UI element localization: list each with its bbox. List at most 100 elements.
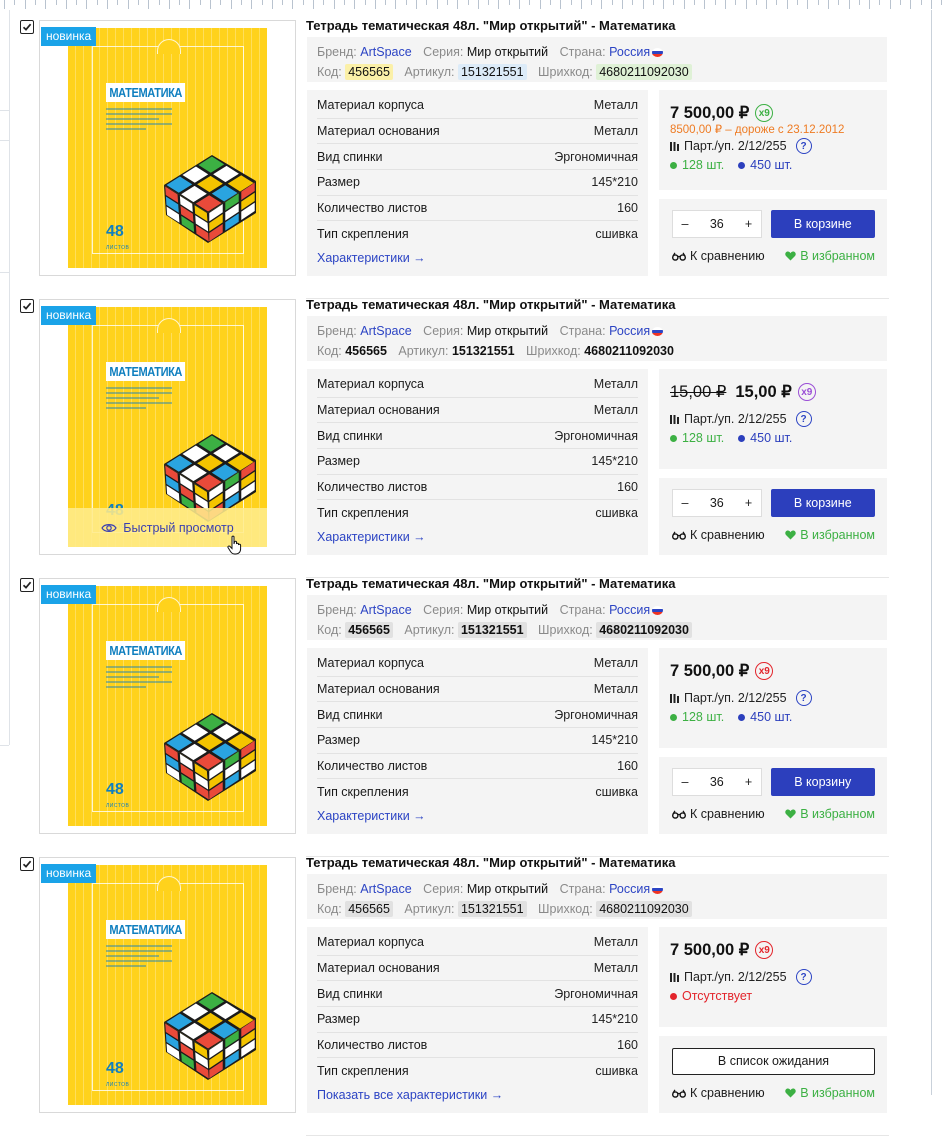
price: 7 500,00 ₽	[670, 941, 750, 959]
compare-button[interactable]: К сравнению	[672, 807, 765, 821]
select-checkbox[interactable]	[20, 857, 34, 871]
spec-row: Тип скрепления сшивка	[317, 500, 638, 526]
increase-button[interactable]: +	[737, 217, 761, 231]
rubiks-cube-image	[164, 992, 256, 1080]
product-image[interactable]: МАТЕМАТИКА 48ЛИСТОВ новинка Быстрый прос…	[39, 299, 296, 555]
quantity-value[interactable]: 36	[697, 496, 737, 510]
spec-value: Эргономичная	[554, 707, 638, 722]
product-card: МАТЕМАТИКА 48ЛИСТОВ новинка Быстрый прос…	[0, 297, 889, 578]
pack-info: Парт./уп. 2/12/255?	[670, 136, 875, 156]
brand-link[interactable]: ArtSpace	[360, 324, 411, 338]
brand-link[interactable]: ArtSpace	[360, 882, 411, 896]
cover-number: 48ЛИСТОВ	[106, 781, 130, 810]
product-title[interactable]: Тетрадь тематическая 48л. "Мир открытий"…	[306, 855, 675, 870]
compare-glasses-icon	[672, 251, 686, 261]
characteristics-link[interactable]: Показать все характеристики →	[317, 1084, 638, 1106]
brand-link[interactable]: ArtSpace	[360, 45, 411, 59]
help-icon[interactable]: ?	[795, 690, 812, 706]
compare-button[interactable]: К сравнению	[672, 249, 765, 263]
quantity-stepper[interactable]: – 36 +	[672, 489, 762, 517]
spec-row: Размер 145*210	[317, 449, 638, 475]
favorite-button[interactable]: В избранном	[785, 528, 875, 542]
spec-value: 145*210	[591, 1012, 638, 1027]
add-to-cart-button[interactable]: В корзине	[770, 489, 875, 517]
spec-label: Размер	[317, 1012, 360, 1027]
favorite-button[interactable]: В избранном	[785, 249, 875, 263]
increase-button[interactable]: +	[737, 496, 761, 510]
specs-table: Материал корпуса Металл Материал основания…	[307, 927, 648, 1113]
quantity-value[interactable]: 36	[697, 775, 737, 789]
price-panel: 15,00 ₽ 15,00 ₽ x9 Парт./уп. 2/12/255? 1…	[659, 369, 887, 469]
spec-value: Металл	[593, 656, 638, 671]
help-icon[interactable]: ?	[795, 969, 812, 985]
spec-row: Вид спинки Эргономичная	[317, 981, 638, 1008]
select-checkbox[interactable]	[20, 20, 34, 34]
stock-info: 128 шт. 450 шт.	[670, 156, 875, 174]
favorite-button[interactable]: В избранном	[785, 1086, 875, 1100]
select-checkbox[interactable]	[20, 578, 34, 592]
decrease-button[interactable]: –	[673, 217, 697, 231]
product-image[interactable]: МАТЕМАТИКА 48ЛИСТОВ новинка Быстрый прос…	[39, 857, 296, 1113]
help-icon[interactable]: ?	[795, 138, 812, 154]
decrease-button[interactable]: –	[673, 775, 697, 789]
spec-row: Материал корпуса Металл	[317, 93, 638, 119]
quantity-stepper[interactable]: – 36 +	[672, 210, 762, 238]
product-image[interactable]: МАТЕМАТИКА 48ЛИСТОВ новинка Быстрый прос…	[39, 578, 296, 834]
characteristics-link[interactable]: Характеристики →	[317, 247, 638, 269]
spec-row: Количество листов 160	[317, 196, 638, 222]
cover-title: МАТЕМАТИКА	[106, 83, 186, 102]
top-ruler	[0, 0, 949, 10]
spec-value: 145*210	[591, 733, 638, 748]
specs-table: Материал корпуса Металл Материал основания…	[307, 648, 648, 834]
country-link[interactable]: Россия	[609, 603, 650, 617]
product-title[interactable]: Тетрадь тематическая 48л. "Мир открытий"…	[306, 576, 675, 591]
favorite-button[interactable]: В избранном	[785, 807, 875, 821]
country-link[interactable]: Россия	[609, 45, 650, 59]
buy-panel: – 36 + В корзину К сравнению В избранном	[659, 757, 887, 834]
quantity-stepper[interactable]: – 36 +	[672, 768, 762, 796]
compare-button[interactable]: К сравнению	[672, 528, 765, 542]
country-link[interactable]: Россия	[609, 324, 650, 338]
country-link[interactable]: Россия	[609, 882, 650, 896]
product-title[interactable]: Тетрадь тематическая 48л. "Мир открытий"…	[306, 18, 675, 33]
stock-store: 128 шт.	[670, 158, 724, 172]
spec-value: сшивка	[595, 785, 638, 800]
article-value: 151321551	[457, 901, 527, 917]
spec-label: Материал основания	[317, 124, 440, 139]
rubiks-cube-image	[164, 713, 256, 801]
increase-button[interactable]: +	[737, 775, 761, 789]
cover-number: 48ЛИСТОВ	[106, 223, 130, 252]
select-checkbox[interactable]	[20, 299, 34, 313]
characteristics-link[interactable]: Характеристики →	[317, 526, 638, 548]
product-image[interactable]: МАТЕМАТИКА 48ЛИСТОВ новинка Быстрый прос…	[39, 20, 296, 276]
barcode-value: 4680211092030	[584, 344, 674, 358]
quantity-value[interactable]: 36	[697, 217, 737, 231]
notebook-cover-image: МАТЕМАТИКА 48ЛИСТОВ	[68, 586, 267, 826]
article-value: 151321551	[457, 64, 527, 80]
pack-icon	[670, 973, 679, 982]
spec-value: Металл	[593, 682, 638, 697]
spec-label: Материал основания	[317, 961, 440, 976]
stock-info: 128 шт. 450 шт.	[670, 708, 875, 726]
add-to-cart-button[interactable]: В корзине	[770, 210, 875, 238]
eye-icon	[101, 523, 117, 532]
spec-value: Эргономичная	[554, 986, 638, 1001]
compare-button[interactable]: К сравнению	[672, 1086, 765, 1100]
spec-row: Количество листов 160	[317, 475, 638, 501]
spec-label: Тип скрепления	[317, 227, 409, 242]
heart-icon	[785, 809, 796, 819]
spec-value: Металл	[593, 961, 638, 976]
decrease-button[interactable]: –	[673, 496, 697, 510]
add-to-cart-button[interactable]: В корзину	[770, 768, 875, 796]
waitlist-button[interactable]: В список ожидания	[672, 1047, 875, 1075]
brand-link[interactable]: ArtSpace	[360, 603, 411, 617]
help-icon[interactable]: ?	[795, 411, 812, 427]
spec-value: 160	[617, 759, 638, 774]
spec-row: Материал основания Металл	[317, 398, 638, 424]
spec-value: 160	[617, 480, 638, 495]
characteristics-link[interactable]: Характеристики →	[317, 805, 638, 827]
spec-value: сшивка	[595, 227, 638, 242]
product-title[interactable]: Тетрадь тематическая 48л. "Мир открытий"…	[306, 297, 675, 312]
product-meta: Бренд: ArtSpace Серия: Мир открытий Стра…	[307, 37, 887, 82]
heart-icon	[785, 251, 796, 261]
